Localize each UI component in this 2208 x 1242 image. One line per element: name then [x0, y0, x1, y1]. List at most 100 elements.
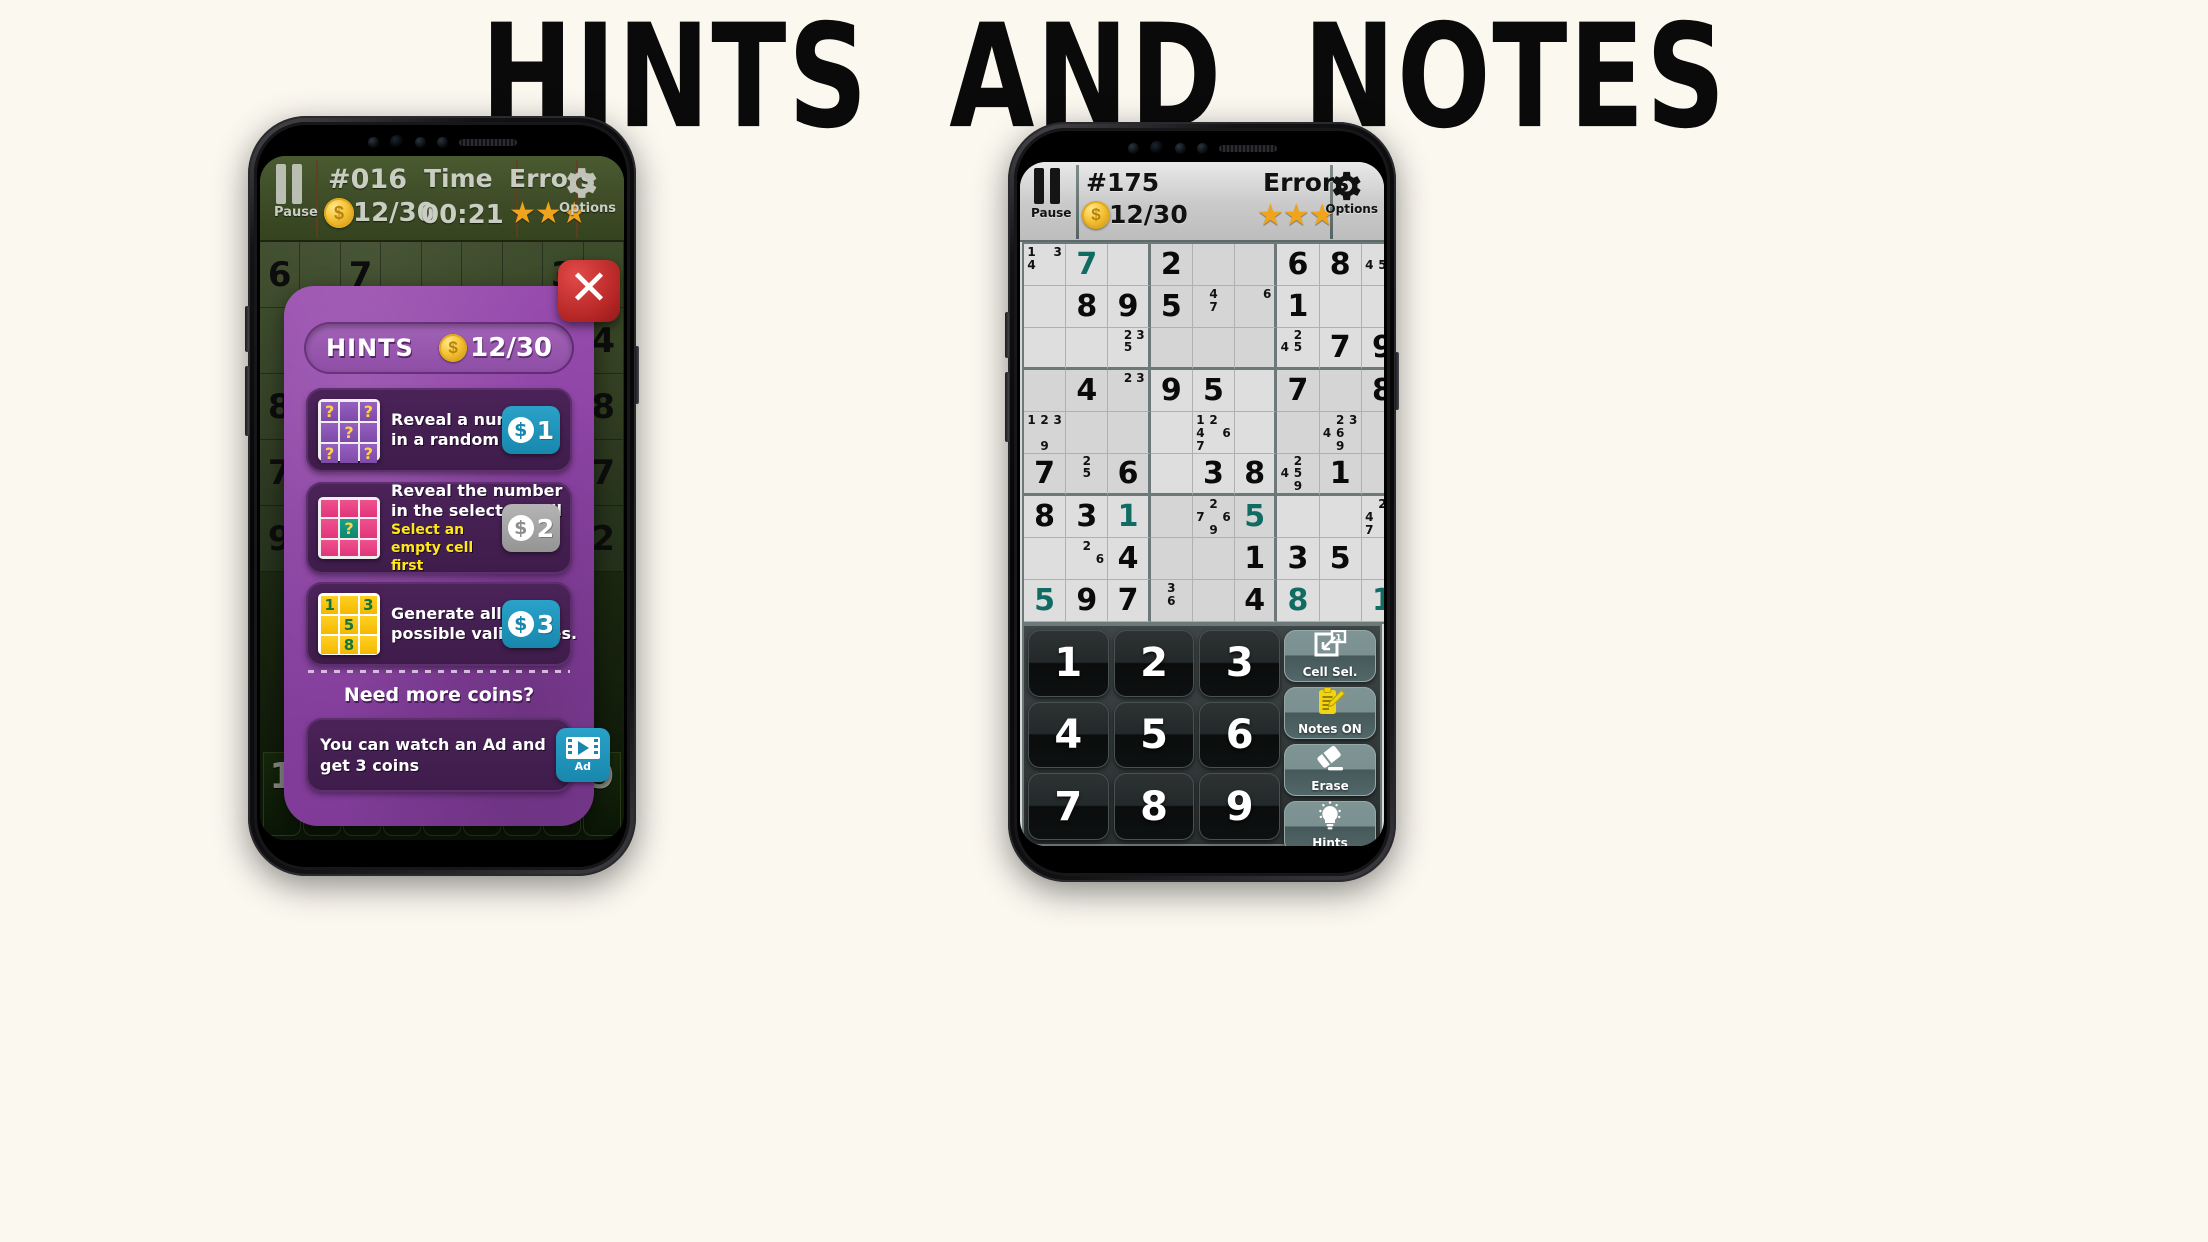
- sudoku-cell-r5c8[interactable]: 23 469: [1319, 412, 1362, 454]
- hint-price-button[interactable]: $ 3: [502, 600, 560, 648]
- sudoku-cell-r4c4[interactable]: 9: [1150, 370, 1193, 412]
- hint-price-button[interactable]: $ 2: [502, 504, 560, 552]
- sudoku-cell-r3c2[interactable]: [1066, 328, 1109, 370]
- erase-button[interactable]: Erase: [1284, 744, 1376, 796]
- sudoku-cell-r4c1[interactable]: [1024, 370, 1067, 412]
- sudoku-cell-r6c9[interactable]: [1361, 454, 1384, 496]
- sudoku-cell-r8c7[interactable]: 3: [1277, 538, 1320, 580]
- close-button[interactable]: ✕: [558, 260, 620, 322]
- sudoku-cell-r3c7[interactable]: 245: [1277, 328, 1320, 370]
- sudoku-cell-r2c7[interactable]: 1: [1277, 286, 1320, 328]
- left-phone-power[interactable]: [635, 346, 639, 404]
- sudoku-cell-r6c8[interactable]: 1: [1319, 454, 1362, 496]
- sudoku-cell-r6c3[interactable]: 6: [1108, 454, 1151, 496]
- sudoku-cell-r9c9[interactable]: 1: [1361, 580, 1384, 622]
- sudoku-cell-r1c3[interactable]: [1108, 244, 1151, 286]
- sudoku-cell-r5c1[interactable]: 1239: [1024, 412, 1067, 454]
- sudoku-cell-r4c2[interactable]: 4: [1066, 370, 1109, 412]
- sudoku-cell-r9c7[interactable]: 8: [1277, 580, 1320, 622]
- coin-counter[interactable]: 12/30: [1082, 200, 1188, 229]
- sudoku-cell-r2c4[interactable]: 5: [1150, 286, 1193, 328]
- sudoku-cell-r7c9[interactable]: 2467: [1361, 496, 1384, 538]
- sudoku-cell-r1c6[interactable]: [1235, 244, 1278, 286]
- sudoku-cell-r2c2[interactable]: 8: [1066, 286, 1109, 328]
- sudoku-cell-r7c6[interactable]: 5: [1235, 496, 1278, 538]
- sudoku-cell-r5c6[interactable]: [1235, 412, 1278, 454]
- sudoku-cell-r9c8[interactable]: [1319, 580, 1362, 622]
- left-phone-volume-up[interactable]: [245, 306, 249, 352]
- sudoku-cell-r6c1[interactable]: 7: [1024, 454, 1067, 496]
- sudoku-cell-r7c8[interactable]: [1319, 496, 1362, 538]
- sudoku-cell-r4c9[interactable]: 8: [1361, 370, 1384, 412]
- sudoku-cell-r5c5[interactable]: 124 6 7: [1192, 412, 1236, 454]
- sudoku-cell-r9c1[interactable]: 5: [1024, 580, 1067, 622]
- sudoku-cell-r6c5[interactable]: 3: [1192, 454, 1236, 496]
- right-phone-power[interactable]: [1395, 352, 1399, 410]
- hint-option-random-cell[interactable]: ? ? ? ? ? Reveal a number in a random ce…: [306, 388, 572, 472]
- sudoku-cell-r2c5[interactable]: 47: [1192, 286, 1236, 328]
- pause-button[interactable]: Pause: [274, 164, 318, 220]
- sudoku-cell-r4c5[interactable]: 5: [1192, 370, 1236, 412]
- sudoku-cell-r5c3[interactable]: [1108, 412, 1151, 454]
- right-phone-volume-down[interactable]: [1005, 372, 1009, 442]
- sudoku-cell-r7c7[interactable]: [1277, 496, 1320, 538]
- sudoku-cell-r3c3[interactable]: 235: [1108, 328, 1151, 370]
- sudoku-cell-r1c9[interactable]: 345: [1361, 244, 1384, 286]
- sudoku-cell-r1c1[interactable]: 1 3 4: [1024, 244, 1067, 286]
- sudoku-cell-r4c7[interactable]: 7: [1277, 370, 1320, 412]
- sudoku-cell-r2c9[interactable]: [1361, 286, 1384, 328]
- sudoku-cell-r8c5[interactable]: [1192, 538, 1236, 580]
- coin-counter[interactable]: 12/30: [324, 198, 435, 228]
- sudoku-cell-r1c5[interactable]: [1192, 244, 1236, 286]
- sudoku-cell-r9c5[interactable]: [1192, 580, 1236, 622]
- sudoku-cell-r6c6[interactable]: 8: [1235, 454, 1278, 496]
- sudoku-cell-r1c4[interactable]: 2: [1150, 244, 1193, 286]
- number-key-4[interactable]: 4: [1028, 701, 1109, 769]
- right-sudoku-grid[interactable]: 1347268345895476123524579423957812391246…: [1024, 244, 1384, 622]
- sudoku-cell-r2c3[interactable]: 9: [1108, 286, 1151, 328]
- sudoku-cell-r8c8[interactable]: 5: [1319, 538, 1362, 580]
- sudoku-cell-r8c4[interactable]: [1150, 538, 1193, 580]
- sudoku-cell-r4c8[interactable]: [1319, 370, 1362, 412]
- sudoku-cell-r3c9[interactable]: 9: [1361, 328, 1384, 370]
- sudoku-cell-r4c6[interactable]: [1235, 370, 1278, 412]
- number-key-7[interactable]: 7: [1028, 773, 1109, 840]
- number-key-6[interactable]: 6: [1199, 701, 1280, 769]
- number-key-2[interactable]: 2: [1113, 630, 1195, 697]
- sudoku-cell-r3c4[interactable]: [1150, 328, 1193, 370]
- sudoku-cell-r8c9[interactable]: [1361, 538, 1384, 580]
- sudoku-cell-r5c9[interactable]: [1361, 412, 1384, 454]
- sudoku-cell-r2c6[interactable]: 6: [1235, 286, 1278, 328]
- left-phone-volume-down[interactable]: [245, 366, 249, 436]
- hint-option-generate-notes[interactable]: 1 3 5 8 Generate all possible valid note…: [306, 582, 577, 666]
- sudoku-cell-r3c6[interactable]: [1235, 328, 1278, 370]
- notes-toggle-button[interactable]: Notes ON: [1284, 687, 1376, 739]
- watch-ad-button[interactable]: Ad: [555, 728, 610, 782]
- options-button[interactable]: Options: [559, 162, 616, 216]
- sudoku-cell-r8c2[interactable]: 26: [1066, 538, 1109, 580]
- number-key-3[interactable]: 3: [1199, 630, 1280, 697]
- options-button[interactable]: Options: [1325, 166, 1378, 216]
- sudoku-cell-r5c7[interactable]: [1277, 412, 1320, 454]
- sudoku-cell-r2c8[interactable]: [1319, 286, 1362, 328]
- sudoku-cell-r7c2[interactable]: 3: [1066, 496, 1109, 538]
- sudoku-cell-r3c5[interactable]: [1192, 328, 1236, 370]
- number-key-1[interactable]: 1: [1028, 630, 1109, 697]
- hint-option-selected-cell[interactable]: ? Reveal the number in the selected cell…: [306, 481, 572, 574]
- sudoku-cell-r2c1[interactable]: [1024, 286, 1067, 328]
- sudoku-cell-r7c3[interactable]: 1: [1108, 496, 1151, 538]
- sudoku-cell-r5c4[interactable]: [1150, 412, 1193, 454]
- sudoku-cell-r1c8[interactable]: 8: [1319, 244, 1362, 286]
- hint-price-button[interactable]: $ 1: [502, 406, 560, 454]
- sudoku-cell-r9c3[interactable]: 7: [1108, 580, 1151, 622]
- sudoku-cell-r3c8[interactable]: 7: [1319, 328, 1362, 370]
- hints-button[interactable]: Hints: [1284, 801, 1376, 846]
- pause-button[interactable]: Pause: [1031, 168, 1071, 220]
- sudoku-cell-r6c2[interactable]: 25: [1066, 454, 1109, 496]
- sudoku-cell-r9c4[interactable]: 36: [1150, 580, 1193, 622]
- sudoku-cell-r1c2[interactable]: 7: [1066, 244, 1109, 286]
- sudoku-cell-r9c2[interactable]: 9: [1066, 580, 1109, 622]
- sudoku-cell-r6c4[interactable]: [1150, 454, 1193, 496]
- sudoku-cell-r4c3[interactable]: 23: [1108, 370, 1151, 412]
- cell-select-button[interactable]: 1 Cell Sel.: [1284, 629, 1376, 682]
